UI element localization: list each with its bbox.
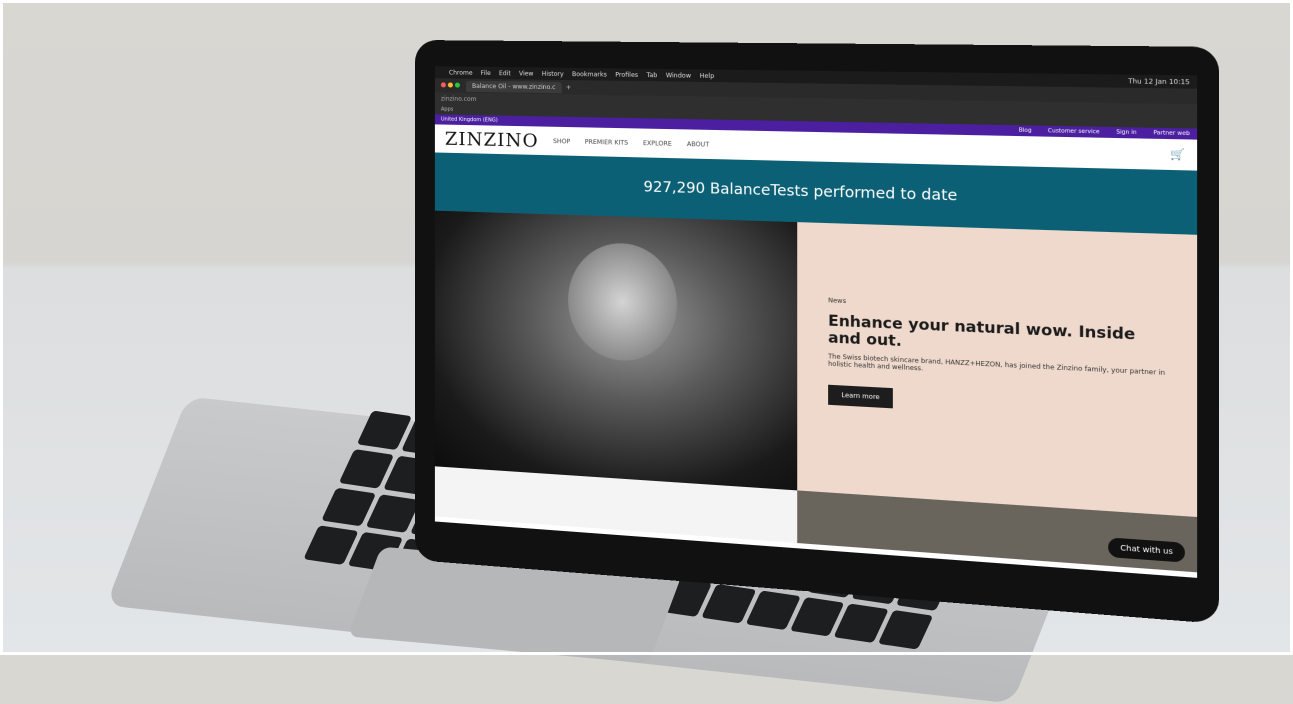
menubar-clock: Thu 12 Jan 10:15 [1128, 77, 1190, 86]
menu-help[interactable]: Help [700, 72, 715, 79]
nav-about[interactable]: ABOUT [687, 140, 709, 148]
portrait-face [568, 240, 678, 364]
cart-icon[interactable]: 🛒 [1170, 148, 1185, 160]
menu-chrome[interactable]: Chrome [449, 69, 473, 76]
banner-text: 927,290 BalanceTests performed to date [643, 179, 958, 205]
menu-profiles[interactable]: Profiles [615, 71, 638, 78]
partner-web-link[interactable]: Partner web [1153, 130, 1189, 137]
blog-link[interactable]: Blog [1019, 127, 1032, 134]
hero-section: News Enhance your natural wow. Inside an… [434, 210, 1198, 518]
bookmark-apps[interactable]: Apps [441, 106, 453, 112]
site-logo[interactable]: ZINZINO [445, 128, 539, 151]
learn-more-button[interactable]: Learn more [828, 384, 894, 409]
menu-view[interactable]: View [519, 70, 534, 77]
menu-history[interactable]: History [542, 70, 564, 77]
menu-file[interactable]: File [481, 69, 491, 76]
address-text[interactable]: zinzino.com [441, 95, 477, 103]
menu-window[interactable]: Window [666, 72, 691, 80]
nav-explore[interactable]: EXPLORE [643, 139, 672, 147]
window-controls[interactable] [440, 81, 462, 89]
nav-shop[interactable]: SHOP [553, 137, 570, 145]
region-selector[interactable]: United Kingdom (ENG) [441, 116, 498, 123]
laptop-lid: Chrome File Edit View History Bookmarks … [415, 40, 1220, 624]
laptop-screen: Chrome File Edit View History Bookmarks … [434, 66, 1198, 578]
hero-image [434, 210, 798, 491]
photo-scene: Chrome File Edit View History Bookmarks … [0, 0, 1293, 704]
customer-service-link[interactable]: Customer service [1048, 128, 1100, 136]
sign-in-link[interactable]: Sign in [1116, 129, 1136, 136]
menu-bookmarks[interactable]: Bookmarks [572, 70, 607, 78]
hero-text-panel: News Enhance your natural wow. Inside an… [797, 222, 1198, 518]
menu-tab[interactable]: Tab [647, 71, 658, 78]
nav-premier-kits[interactable]: PREMIER KITS [585, 138, 628, 146]
browser-tab[interactable]: Balance Oil - www.zinzino.c [465, 80, 562, 93]
new-tab-icon[interactable]: + [566, 84, 571, 91]
chat-button[interactable]: Chat with us [1108, 537, 1185, 563]
menu-edit[interactable]: Edit [499, 70, 511, 77]
